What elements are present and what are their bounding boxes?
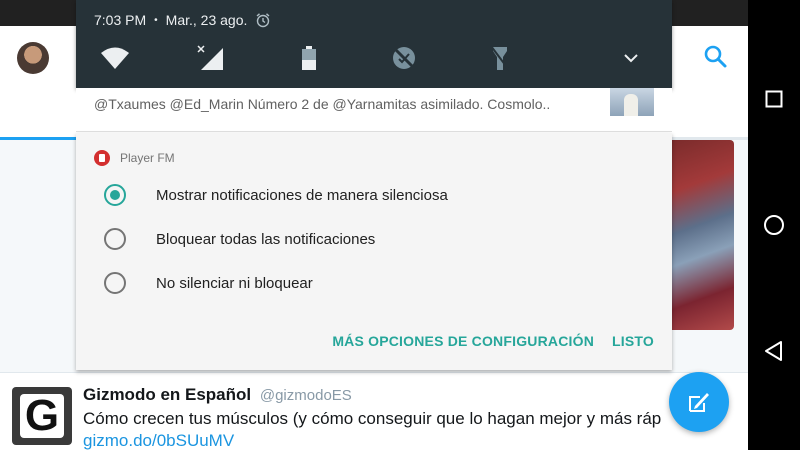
tweet-link[interactable]: gizmo.do/0bSUuMV xyxy=(83,431,234,450)
option-no-silence[interactable]: No silenciar ni bloquear xyxy=(104,271,313,295)
notification-controls-card: Player FM Mostrar notificaciones de mane… xyxy=(76,133,672,370)
author-handle: @gizmodoES xyxy=(259,387,352,404)
compose-tweet-button[interactable] xyxy=(669,372,729,432)
compose-icon xyxy=(689,393,709,412)
card-actions: MÁS OPCIONES DE CONFIGURACIÓN LISTO xyxy=(332,333,654,349)
done-button[interactable]: LISTO xyxy=(612,333,654,349)
alarm-icon[interactable] xyxy=(255,12,271,28)
card-header: Player FM xyxy=(94,150,175,166)
more-settings-button[interactable]: MÁS OPCIONES DE CONFIGURACIÓN xyxy=(332,333,594,349)
navigation-bar xyxy=(748,0,800,450)
option-block-all[interactable]: Bloquear todas las notificaciones xyxy=(104,227,375,251)
recents-square-icon[interactable] xyxy=(762,87,786,111)
app-name: Player FM xyxy=(120,151,175,165)
status-date[interactable]: Mar., 23 ago. xyxy=(166,12,248,28)
profile-avatar[interactable] xyxy=(17,42,49,74)
option-label: Mostrar notificaciones de manera silenci… xyxy=(156,186,448,204)
avatar-letter: G xyxy=(20,394,64,438)
search-icon[interactable] xyxy=(703,44,729,70)
previous-notification-thumbnail xyxy=(610,88,654,116)
author-name-text: Gizmodo en Español xyxy=(83,385,252,404)
home-circle-icon[interactable] xyxy=(762,213,786,237)
tab-indicator xyxy=(0,137,78,140)
signal-icon[interactable] xyxy=(195,44,225,72)
radio-button-checked[interactable] xyxy=(104,184,126,206)
option-silent[interactable]: Mostrar notificaciones de manera silenci… xyxy=(104,183,448,207)
player-fm-app-icon xyxy=(94,150,110,166)
flashlight-icon[interactable] xyxy=(485,44,515,72)
status-time: 7:03 PM xyxy=(94,12,147,28)
tweet-author-avatar[interactable]: G xyxy=(12,387,72,445)
status-separator: • xyxy=(154,14,158,26)
option-label: No silenciar ni bloquear xyxy=(156,274,313,292)
radio-button[interactable] xyxy=(104,272,126,294)
back-triangle-icon[interactable] xyxy=(762,339,786,363)
data-saver-icon[interactable] xyxy=(389,44,419,72)
tweet-item[interactable]: G Gizmodo en Español @gizmodoES Cómo cre… xyxy=(0,372,748,450)
status-row: 7:03 PM • Mar., 23 ago. xyxy=(94,10,271,30)
radio-button[interactable] xyxy=(104,228,126,250)
previous-notification[interactable]: @Txaumes @Ed_Marin Número 2 de @Yarnamit… xyxy=(76,88,672,132)
tweet-text: Cómo crecen tus músculos (y cómo consegu… xyxy=(83,409,662,428)
tweet-media-thumbnail[interactable] xyxy=(668,140,734,330)
previous-notification-text: @Txaumes @Ed_Marin Número 2 de @Yarnamit… xyxy=(94,96,551,112)
wifi-icon[interactable] xyxy=(100,44,130,72)
battery-icon[interactable] xyxy=(294,44,324,72)
option-label: Bloquear todas las notificaciones xyxy=(156,230,376,248)
notification-shade-header: 7:03 PM • Mar., 23 ago. xyxy=(76,0,672,88)
tweet-author-name[interactable]: Gizmodo en Español @gizmodoES xyxy=(83,385,352,405)
expand-chevron-icon[interactable] xyxy=(616,44,646,72)
